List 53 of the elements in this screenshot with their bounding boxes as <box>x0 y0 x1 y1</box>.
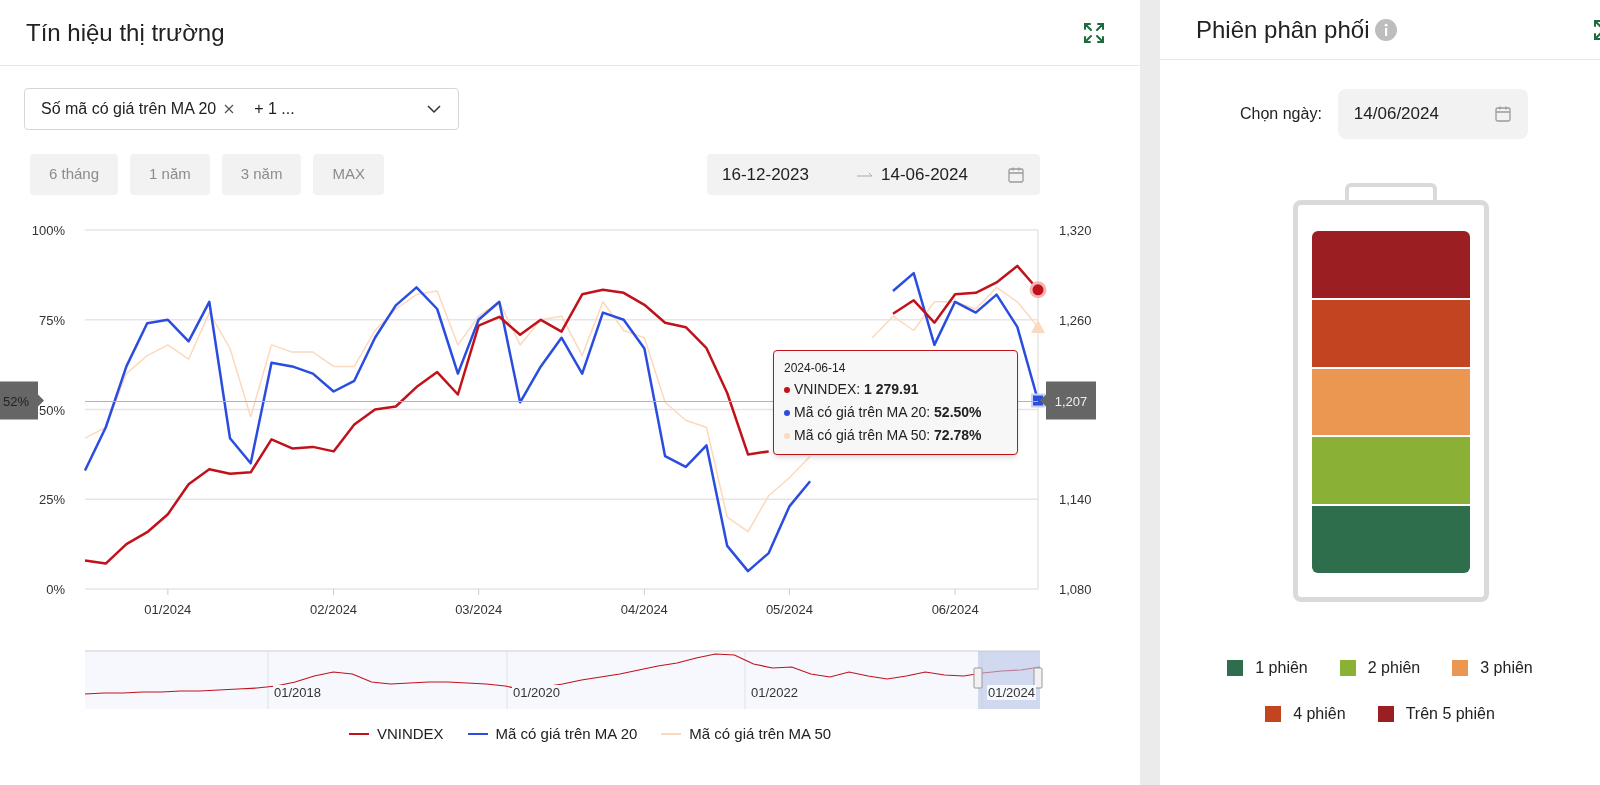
legend-label: 3 phiên <box>1480 658 1533 678</box>
navigator-label: 01/2022 <box>750 685 799 700</box>
calendar-icon <box>1493 105 1512 123</box>
axis-label: 06/2024 <box>931 602 979 617</box>
navigator-label: 01/2024 <box>987 685 1036 700</box>
navigator-label: 01/2020 <box>512 685 561 700</box>
date-value: 14/06/2024 <box>1353 103 1439 126</box>
axis-label: 05/2024 <box>765 602 813 617</box>
navigator-handle[interactable] <box>973 667 983 689</box>
axis-label: 03/2024 <box>455 602 503 617</box>
start-date: 16-12-2023 <box>722 163 810 186</box>
axis-label: 1,260 <box>1059 312 1092 328</box>
point-marker <box>1029 281 1047 299</box>
axis-label: 02/2024 <box>310 602 358 617</box>
series-select[interactable]: Số mã có giá trên MA 20 + 1 ... <box>24 88 459 130</box>
crosshair-label: 1,207 <box>1040 381 1096 420</box>
axis-label: 1,320 <box>1059 223 1092 238</box>
select-more: + 1 ... <box>254 99 295 119</box>
axis-label: 0% <box>46 582 65 597</box>
navigator-handle[interactable] <box>1033 667 1043 689</box>
legend-label: 4 phiên <box>1293 704 1346 724</box>
tooltip-value: Mã có giá trên MA 50: 72.78% <box>794 426 982 445</box>
axis-label: 1,140 <box>1059 492 1092 508</box>
expand-icon[interactable] <box>1082 20 1106 45</box>
date-label: Chọn ngày: <box>1240 104 1322 124</box>
date-field[interactable]: 14/06/2024 <box>1337 89 1528 139</box>
calendar-icon <box>1007 165 1025 184</box>
navigator-label: 01/2018 <box>273 685 322 700</box>
axis-label: 1,080 <box>1059 582 1092 597</box>
axis-label: 25% <box>38 492 65 508</box>
panel-title: Tín hiệu thị trường <box>26 17 225 48</box>
axis-label: 01/2024 <box>144 602 192 617</box>
tooltip-date: 2024-06-14 <box>784 360 847 377</box>
panel-title: Phiên phân phối <box>1196 14 1370 45</box>
select-tag: Số mã có giá trên MA 20 <box>41 97 217 121</box>
close-icon[interactable] <box>224 104 235 114</box>
date-range-field[interactable]: 16-12-2023 14-06-2024 <box>707 154 1040 195</box>
chevron-down-icon <box>426 104 442 114</box>
legend-label[interactable]: Mã có giá trên MA 50 <box>689 723 832 746</box>
axis-label: 04/2024 <box>620 602 668 617</box>
axis-label: 75% <box>38 312 65 328</box>
legend-label: 2 phiên <box>1367 658 1421 678</box>
legend-label: 1 phiên <box>1255 658 1308 678</box>
end-date: 14-06-2024 <box>881 163 968 186</box>
point-marker <box>1031 393 1045 408</box>
point-marker <box>1031 319 1045 333</box>
axis-label: 50% <box>38 402 65 418</box>
tooltip-value: VNINDEX: 1 279.91 <box>794 380 919 399</box>
axis-label: 100% <box>31 223 65 238</box>
legend-label: Trên 5 phiên <box>1405 704 1495 724</box>
legend-label[interactable]: Mã có giá trên MA 20 <box>495 723 638 746</box>
legend-label[interactable]: VNINDEX <box>376 723 444 746</box>
tooltip-value: Mã có giá trên MA 20: 52.50% <box>794 403 982 422</box>
